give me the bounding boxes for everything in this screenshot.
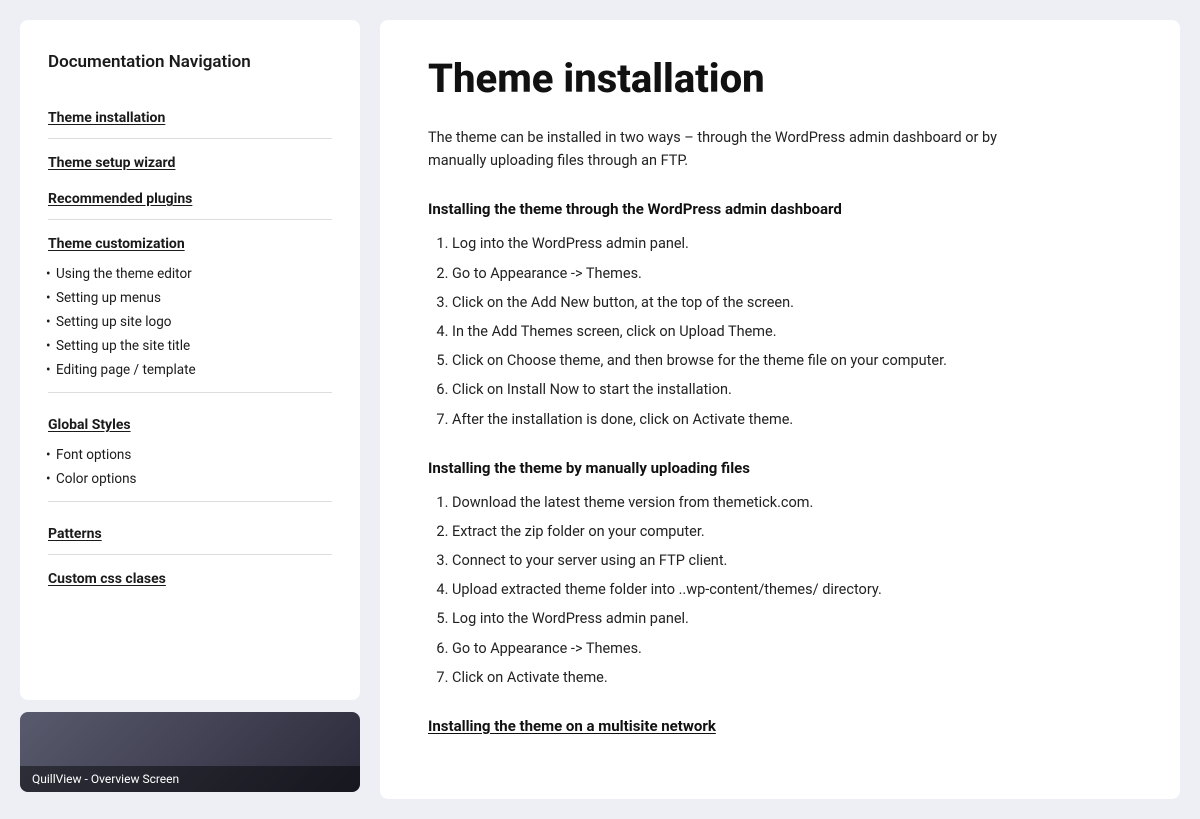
steps-list-manual: Download the latest theme version from t… — [428, 491, 1132, 689]
list-item: Go to Appearance -> Themes. — [452, 637, 1132, 660]
nav-section-theme-customization: Theme customization Using the theme edit… — [48, 226, 332, 401]
section-multisite: Installing the theme on a multisite netw… — [428, 717, 1132, 735]
section-heading-admin-dashboard: Installing the theme through the WordPre… — [428, 200, 1132, 218]
page-layout: Documentation Navigation Theme installat… — [20, 20, 1180, 799]
sidebar-title: Documentation Navigation — [48, 52, 332, 72]
nav-link-patterns[interactable]: Patterns — [48, 516, 332, 552]
nav-section-theme-installation: Theme installation — [48, 100, 332, 139]
nav-sub-link-font-options[interactable]: Font options — [48, 443, 332, 467]
list-item: Upload extracted theme folder into ..wp-… — [452, 578, 1132, 601]
nav-section-patterns: Patterns — [48, 516, 332, 555]
nav-link-theme-setup-wizard[interactable]: Theme setup wizard — [48, 145, 332, 181]
nav-sub-link-using-theme-editor[interactable]: Using the theme editor — [48, 262, 332, 286]
list-item: Log into the WordPress admin panel. — [452, 232, 1132, 255]
nav-divider-1 — [48, 138, 332, 139]
nav-link-custom-css-classes[interactable]: Custom css clases — [48, 561, 332, 597]
nav-section-custom-css: Custom css clases — [48, 561, 332, 597]
sidebar-wrapper: Documentation Navigation Theme installat… — [20, 20, 360, 792]
nav-link-global-styles[interactable]: Global Styles — [48, 407, 332, 443]
nav-divider-4 — [48, 501, 332, 502]
nav-section-global-styles: Global Styles Font options Color options — [48, 407, 332, 510]
nav-sub-link-setting-up-site-logo[interactable]: Setting up site logo — [48, 310, 332, 334]
nav-sub-link-color-options[interactable]: Color options — [48, 467, 332, 491]
thumbnail-preview: QuillView - Overview Screen — [20, 712, 360, 792]
nav-sub-link-setting-up-menus[interactable]: Setting up menus — [48, 286, 332, 310]
section-heading-manual-upload: Installing the theme by manually uploadi… — [428, 459, 1132, 477]
section-manual-upload: Installing the theme by manually uploadi… — [428, 459, 1132, 689]
list-item: Click on Choose theme, and then browse f… — [452, 349, 1132, 372]
list-item: Connect to your server using an FTP clie… — [452, 549, 1132, 572]
nav-link-recommended-plugins[interactable]: Recommended plugins — [48, 181, 332, 217]
list-item: Extract the zip folder on your computer. — [452, 520, 1132, 543]
section-heading-multisite: Installing the theme on a multisite netw… — [428, 717, 1132, 735]
nav-divider-5 — [48, 554, 332, 555]
list-item: Log into the WordPress admin panel. — [452, 607, 1132, 630]
list-item: Click on Activate theme. — [452, 666, 1132, 689]
list-item: Go to Appearance -> Themes. — [452, 262, 1132, 285]
list-item: Click on the Add New button, at the top … — [452, 291, 1132, 314]
nav-divider-2 — [48, 219, 332, 220]
nav-divider-3 — [48, 392, 332, 393]
steps-list-admin: Log into the WordPress admin panel. Go t… — [428, 232, 1132, 430]
intro-text: The theme can be installed in two ways –… — [428, 126, 1048, 172]
list-item: In the Add Themes screen, click on Uploa… — [452, 320, 1132, 343]
page-title: Theme installation — [428, 56, 1132, 102]
main-content: Theme installation The theme can be inst… — [380, 20, 1180, 799]
list-item: Download the latest theme version from t… — [452, 491, 1132, 514]
sidebar: Documentation Navigation Theme installat… — [20, 20, 360, 700]
nav-link-theme-installation[interactable]: Theme installation — [48, 100, 332, 136]
list-item: After the installation is done, click on… — [452, 408, 1132, 431]
section-admin-dashboard: Installing the theme through the WordPre… — [428, 200, 1132, 430]
thumbnail-label: QuillView - Overview Screen — [20, 766, 360, 792]
nav-section-theme-setup-wizard: Theme setup wizard Recommended plugins — [48, 145, 332, 220]
nav-link-theme-customization[interactable]: Theme customization — [48, 226, 332, 262]
list-item: Click on Install Now to start the instal… — [452, 378, 1132, 401]
nav-sub-link-editing-page-template[interactable]: Editing page / template — [48, 358, 332, 382]
nav-sub-link-setting-up-site-title[interactable]: Setting up the site title — [48, 334, 332, 358]
